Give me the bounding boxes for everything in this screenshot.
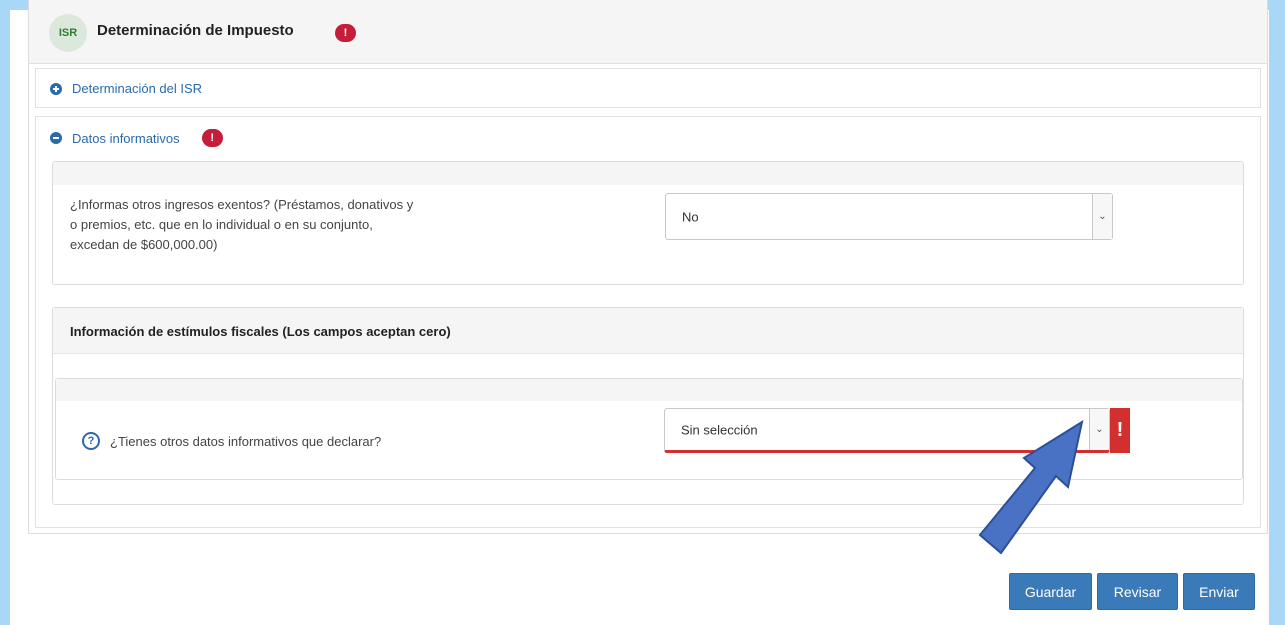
- revisar-button[interactable]: Revisar: [1097, 573, 1178, 610]
- datos-error-badge: !: [201, 129, 223, 147]
- question-line-1: ¿Informas otros ingresos exentos? (Prést…: [70, 197, 414, 212]
- plus-circle-icon: [50, 82, 62, 95]
- accordion-isr-header[interactable]: Determinación del ISR: [50, 81, 202, 96]
- accordion-datos-label: Datos informativos: [72, 130, 180, 146]
- ingresos-exentos-question: ¿Informas otros ingresos exentos? (Prést…: [70, 195, 413, 255]
- minus-circle-icon: [50, 132, 62, 144]
- accordion-isr[interactable]: Determinación del ISR: [35, 68, 1261, 108]
- ingresos-exentos-select[interactable]: No ⌄: [665, 193, 1113, 240]
- error-indicator: !: [1110, 408, 1130, 453]
- guardar-button[interactable]: Guardar: [1009, 573, 1092, 610]
- frame-left: [0, 0, 10, 625]
- question-line-3: excedan de $600,000.00): [70, 237, 218, 252]
- question-line-2: o premios, etc. que en lo individual o e…: [70, 217, 373, 232]
- chevron-down-icon[interactable]: ⌄: [1092, 194, 1112, 239]
- otros-datos-value: Sin selección: [681, 422, 758, 437]
- annotation-arrow-icon: [978, 419, 1084, 555]
- enviar-button[interactable]: Enviar: [1183, 573, 1255, 610]
- ingresos-exentos-strip: [53, 162, 1243, 185]
- estimulos-title: Información de estímulos fiscales (Los c…: [70, 324, 451, 339]
- panel-header: ISR Determinación de Impuesto !: [29, 0, 1267, 64]
- ingresos-exentos-box: ¿Informas otros ingresos exentos? (Prést…: [52, 161, 1244, 285]
- accordion-datos-header[interactable]: Datos informativos !: [50, 129, 223, 147]
- isr-badge: ISR: [49, 14, 87, 52]
- otros-datos-question: ¿Tienes otros datos informativos que dec…: [110, 434, 382, 449]
- header-error-badge: !: [335, 24, 356, 42]
- panel-title: Determinación de Impuesto: [97, 22, 294, 39]
- otros-datos-strip: [56, 379, 1242, 401]
- ingresos-exentos-value: No: [682, 209, 699, 224]
- accordion-isr-label: Determinación del ISR: [72, 81, 203, 96]
- frame-right: [1269, 0, 1285, 625]
- help-icon[interactable]: ?: [82, 432, 100, 450]
